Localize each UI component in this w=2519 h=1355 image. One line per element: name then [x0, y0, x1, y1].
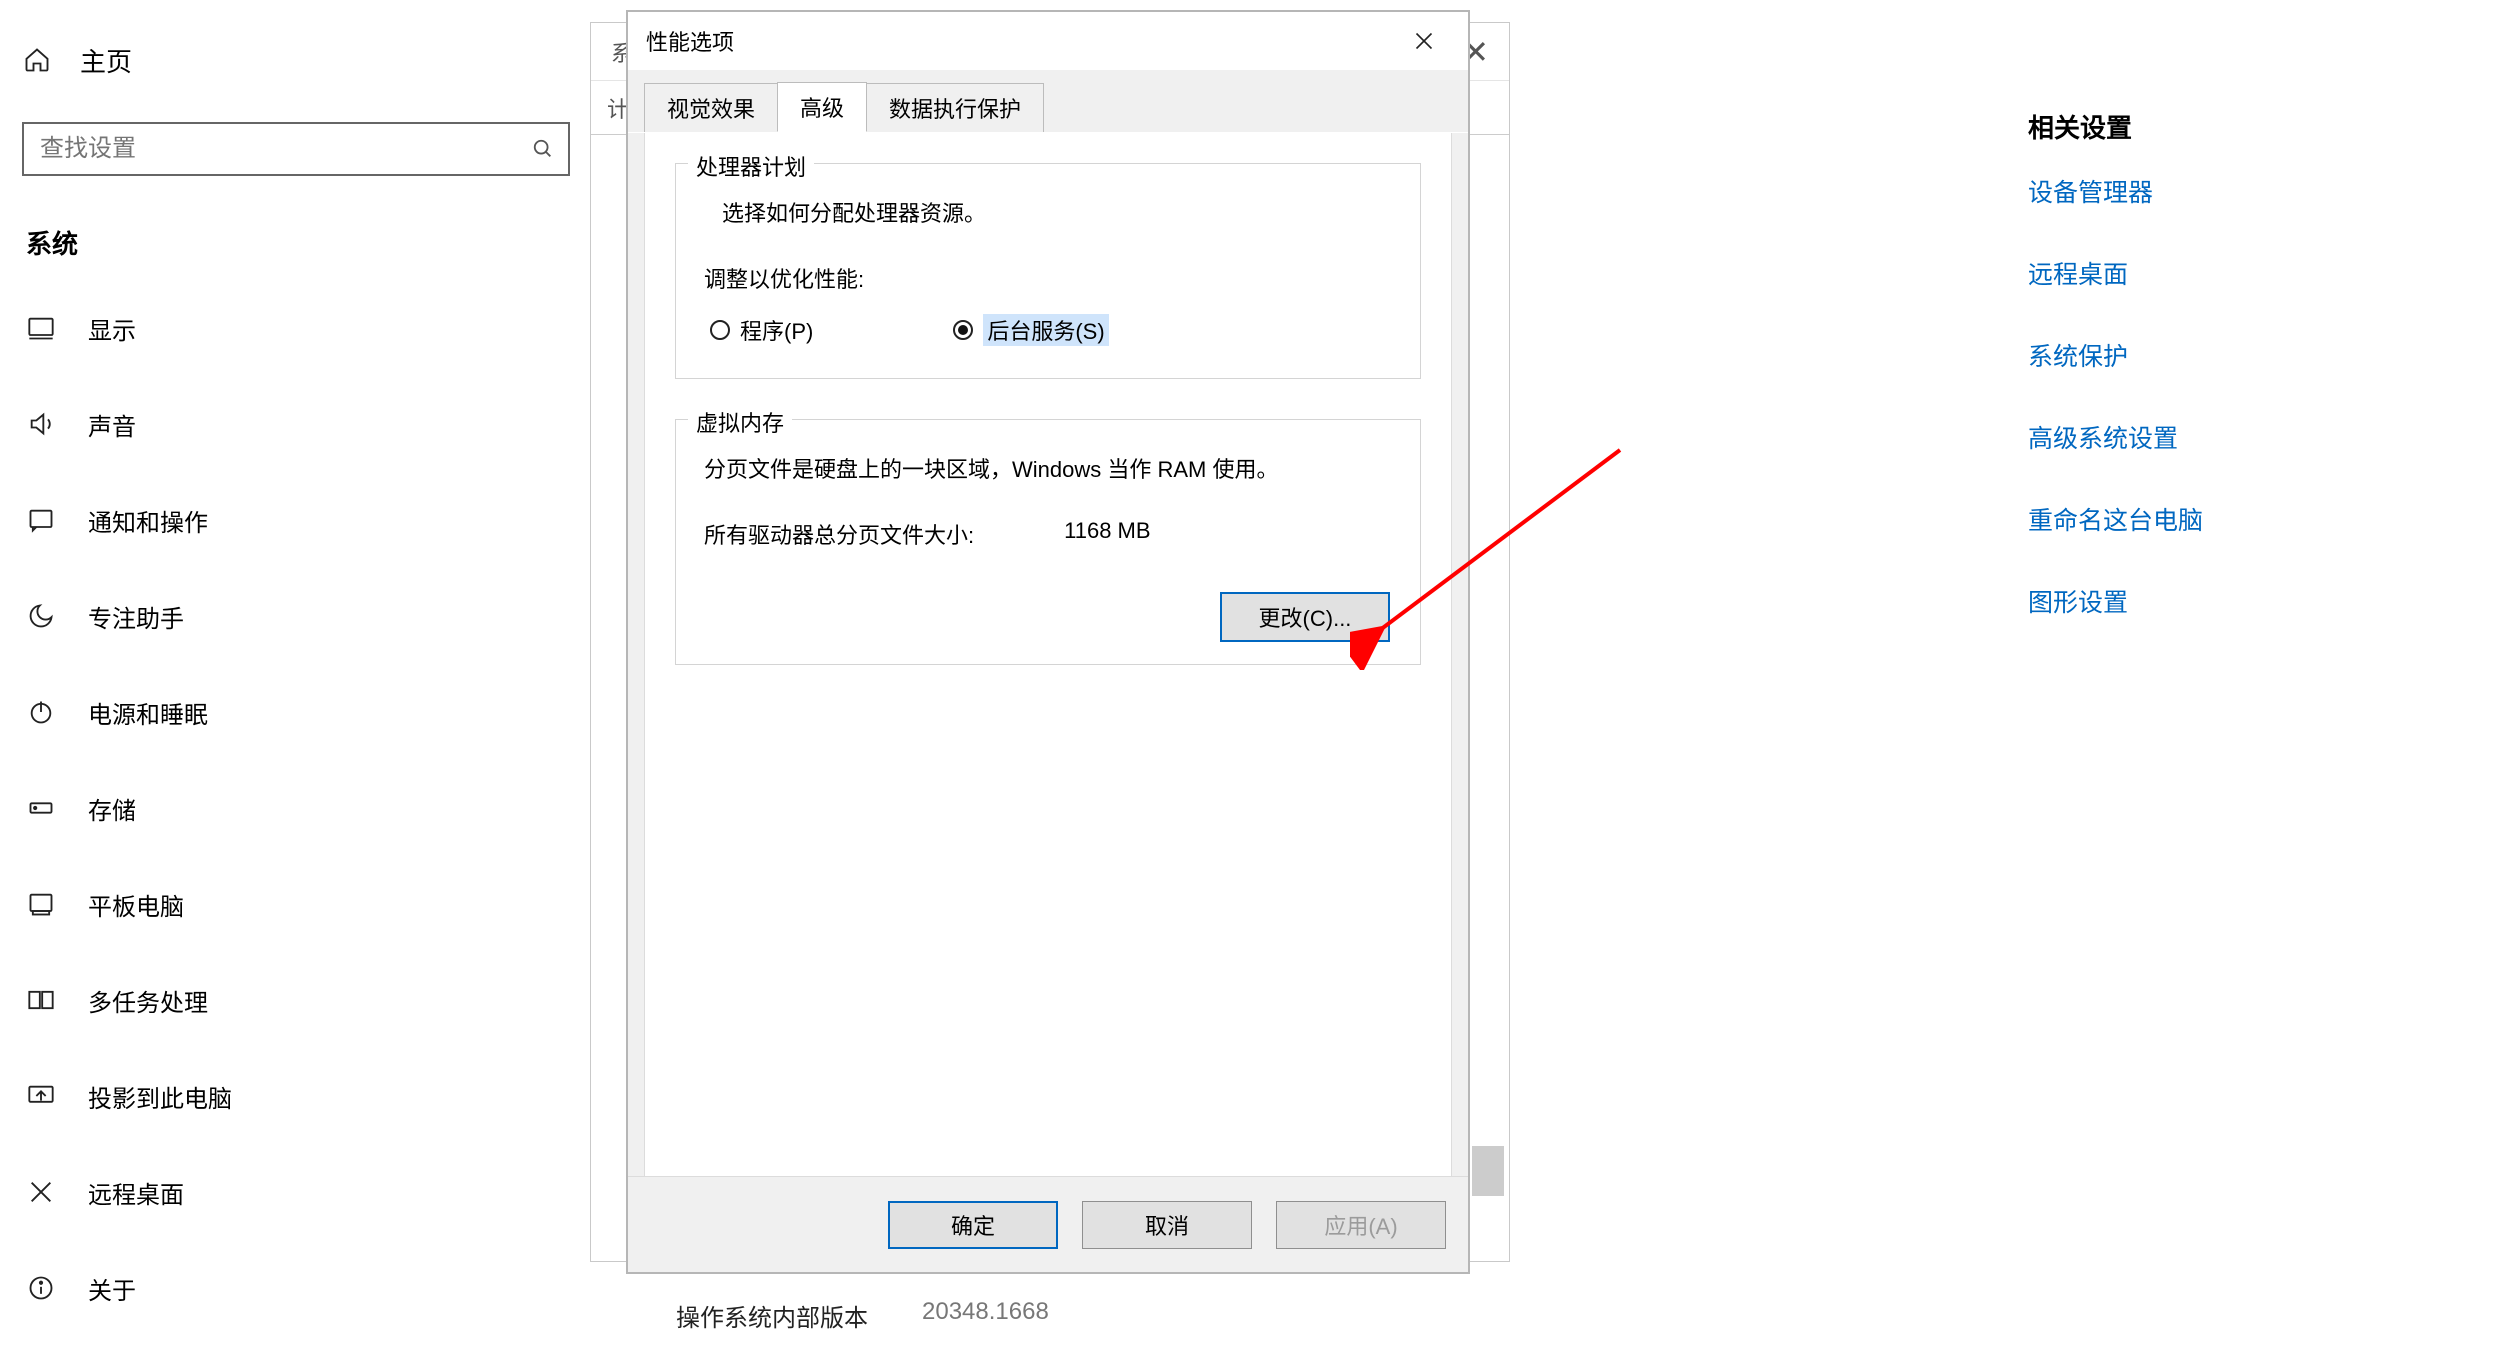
related-settings: 相关设置 设备管理器 远程桌面 系统保护 高级系统设置 重命名这台电脑 图形设置 — [2028, 108, 2203, 665]
sidebar-item-label: 多任务处理 — [88, 983, 208, 1018]
sidebar-item-sound[interactable]: 声音 — [22, 385, 580, 463]
paging-file-total-value: 1168 MB — [1064, 518, 1150, 550]
advanced-tab-page: 处理器计划 选择如何分配处理器资源。 调整以优化性能: 程序(P) 后台服务(S… — [644, 133, 1452, 1213]
apply-button[interactable]: 应用(A) — [1276, 1201, 1446, 1249]
radio-dot-icon — [953, 320, 973, 340]
sidebar-item-label: 电源和睡眠 — [88, 695, 208, 730]
sound-icon — [26, 409, 56, 439]
virtual-memory-group: 虚拟内存 分页文件是硬盘上的一块区域，Windows 当作 RAM 使用。 所有… — [675, 419, 1421, 665]
projecting-icon — [26, 1081, 56, 1111]
processor-group-title: 处理器计划 — [688, 150, 814, 182]
radio-background-services[interactable]: 后台服务(S) — [953, 314, 1108, 346]
search-input-wrap[interactable] — [22, 122, 570, 176]
cancel-button[interactable]: 取消 — [1082, 1201, 1252, 1249]
radio-programs-label: 程序(P) — [740, 314, 813, 346]
sidebar-item-label: 远程桌面 — [88, 1175, 184, 1210]
link-rename-pc[interactable]: 重命名这台电脑 — [2028, 501, 2203, 537]
multitasking-icon — [26, 985, 56, 1015]
sidebar-item-about[interactable]: 关于 — [22, 1249, 580, 1327]
search-input[interactable] — [38, 134, 518, 164]
notifications-icon — [26, 505, 56, 535]
dialog-tab-strip: 视觉效果 高级 数据执行保护 — [628, 70, 1468, 133]
home-icon — [22, 45, 52, 75]
search-icon — [532, 138, 554, 160]
sidebar-item-multitasking[interactable]: 多任务处理 — [22, 961, 580, 1039]
home-label: 主页 — [80, 42, 132, 79]
adjust-for-label: 调整以优化性能: — [704, 262, 1392, 294]
sidebar-item-storage[interactable]: 存储 — [22, 769, 580, 847]
sidebar-item-label: 通知和操作 — [88, 503, 208, 538]
focus-assist-icon — [26, 601, 56, 631]
storage-icon — [26, 793, 56, 823]
display-icon — [26, 313, 56, 343]
link-remote-desktop[interactable]: 远程桌面 — [2028, 255, 2203, 291]
tab-visual-effects[interactable]: 视觉效果 — [644, 83, 778, 132]
link-graphics-settings[interactable]: 图形设置 — [2028, 583, 2203, 619]
home-nav[interactable]: 主页 — [22, 34, 580, 86]
sidebar-item-display[interactable]: 显示 — [22, 289, 580, 367]
radio-services-label: 后台服务(S) — [983, 314, 1108, 346]
close-icon[interactable] — [1398, 21, 1450, 61]
related-settings-title: 相关设置 — [2028, 108, 2203, 145]
performance-options-dialog: 性能选项 视觉效果 高级 数据执行保护 处理器计划 选择如何分配处理器资源。 调… — [626, 10, 1470, 1274]
os-build-value: 20348.1668 — [922, 1298, 1049, 1333]
section-title: 系统 — [26, 224, 580, 261]
sidebar-item-label: 专注助手 — [88, 599, 184, 634]
power-icon — [26, 697, 56, 727]
scrollbar-thumb[interactable] — [1472, 1146, 1504, 1196]
remote-desktop-icon — [26, 1177, 56, 1207]
sidebar-item-label: 存储 — [88, 791, 136, 826]
sidebar-item-tablet[interactable]: 平板电脑 — [22, 865, 580, 943]
tab-data-execution-prevention[interactable]: 数据执行保护 — [866, 83, 1044, 132]
sidebar-item-power[interactable]: 电源和睡眠 — [22, 673, 580, 751]
settings-sidebar: 主页 系统 显示 声音 通知和操作 专注助手 — [0, 0, 580, 1355]
sidebar-item-focus-assist[interactable]: 专注助手 — [22, 577, 580, 655]
os-build-label: 操作系统内部版本 — [676, 1298, 868, 1333]
radio-programs[interactable]: 程序(P) — [710, 314, 813, 346]
processor-scheduling-group: 处理器计划 选择如何分配处理器资源。 调整以优化性能: 程序(P) 后台服务(S… — [675, 163, 1421, 379]
virtual-memory-group-title: 虚拟内存 — [688, 406, 792, 438]
sidebar-item-label: 投影到此电脑 — [88, 1079, 232, 1114]
change-button[interactable]: 更改(C)... — [1220, 592, 1390, 642]
sidebar-item-projecting[interactable]: 投影到此电脑 — [22, 1057, 580, 1135]
tab-advanced[interactable]: 高级 — [777, 82, 867, 132]
processor-description: 选择如何分配处理器资源。 — [722, 196, 1392, 228]
dialog-footer: 确定 取消 应用(A) — [628, 1176, 1468, 1272]
link-device-manager[interactable]: 设备管理器 — [2028, 173, 2203, 209]
sidebar-item-label: 平板电脑 — [88, 887, 184, 922]
link-advanced-system-settings[interactable]: 高级系统设置 — [2028, 419, 2203, 455]
dialog-title-bar[interactable]: 性能选项 — [628, 12, 1468, 70]
radio-dot-icon — [710, 320, 730, 340]
sidebar-item-notifications[interactable]: 通知和操作 — [22, 481, 580, 559]
sidebar-item-remote-desktop[interactable]: 远程桌面 — [22, 1153, 580, 1231]
virtual-memory-description: 分页文件是硬盘上的一块区域，Windows 当作 RAM 使用。 — [704, 452, 1392, 484]
ok-button[interactable]: 确定 — [888, 1201, 1058, 1249]
about-icon — [26, 1273, 56, 1303]
link-system-protection[interactable]: 系统保护 — [2028, 337, 2203, 373]
sidebar-item-label: 显示 — [88, 311, 136, 346]
dialog-title: 性能选项 — [646, 25, 734, 57]
os-build-row: 操作系统内部版本 20348.1668 — [676, 1298, 1049, 1333]
paging-file-total-label: 所有驱动器总分页文件大小: — [704, 518, 974, 550]
tablet-icon — [26, 889, 56, 919]
sidebar-item-label: 声音 — [88, 407, 136, 442]
sidebar-item-label: 关于 — [88, 1271, 136, 1306]
